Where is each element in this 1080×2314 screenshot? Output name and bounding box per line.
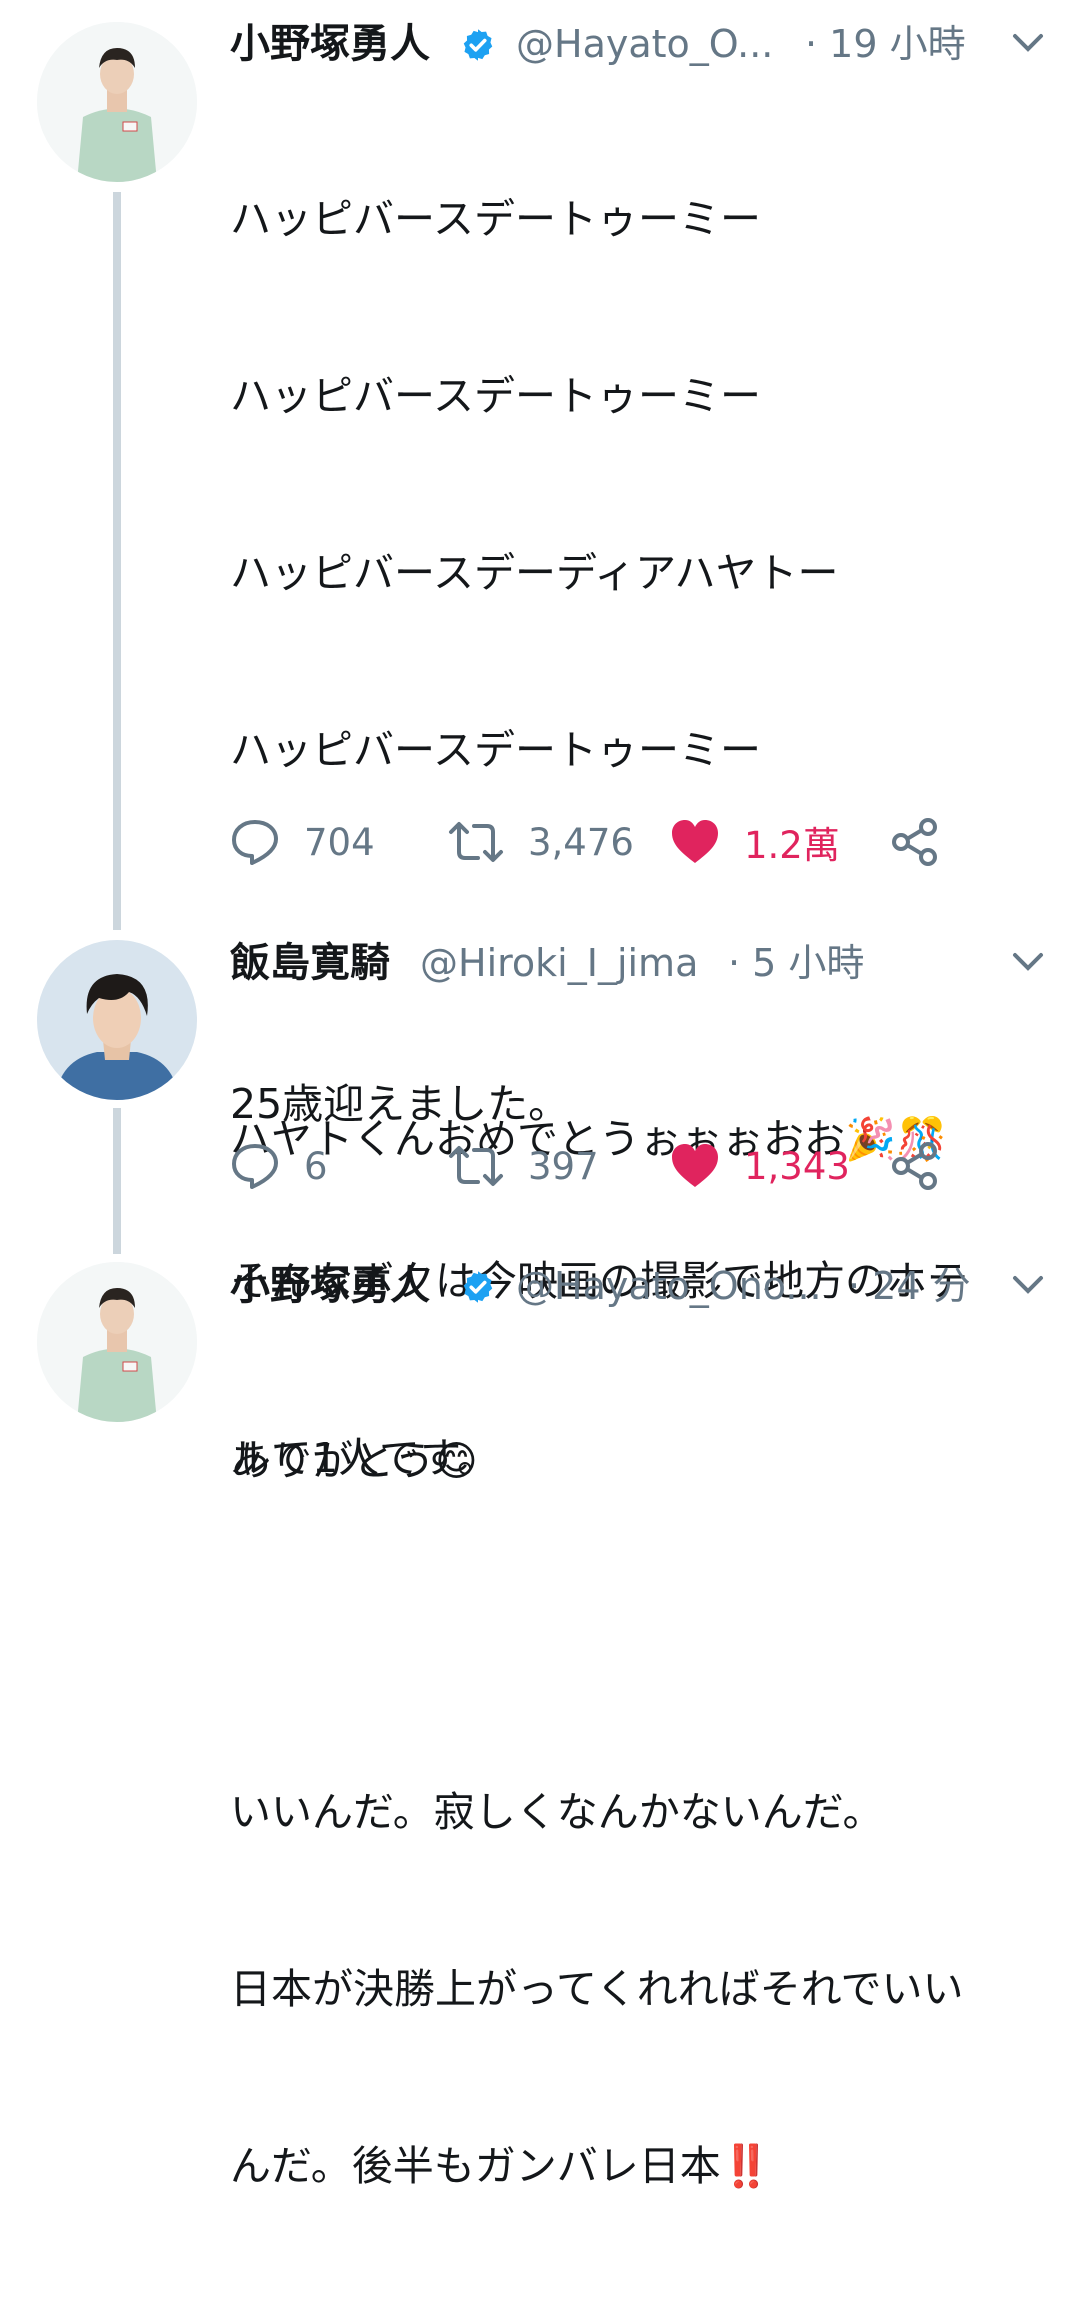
avatar[interactable] — [37, 940, 197, 1100]
tweet-line: ハッピバースデーディアハヤトー — [230, 549, 839, 597]
tweet-line: ありがとう😊 — [230, 1437, 478, 1485]
retweet-icon — [449, 822, 503, 862]
tweet-line: んだ。後半もガンバレ日本‼️ — [230, 2142, 772, 2190]
timestamp[interactable]: · 24 分 — [848, 1256, 971, 1316]
tweet-line: ハッピバースデートゥーミー — [230, 726, 761, 774]
heart-icon — [672, 1144, 718, 1187]
share-button[interactable] — [890, 1136, 940, 1196]
tweet-line: ​ — [230, 1606, 1050, 1665]
tweet-line: ハッピバースデートゥーミー — [230, 195, 761, 243]
user-handle[interactable]: @Hiroki_I_jima — [420, 933, 730, 993]
tweet-text: ありがとう😊 — [230, 1314, 1050, 1609]
retweet-button[interactable]: 397 — [448, 1136, 599, 1196]
avatar[interactable] — [37, 1262, 197, 1422]
avatar[interactable] — [37, 22, 197, 182]
thread-line — [113, 192, 121, 930]
reply-icon — [232, 820, 278, 865]
timestamp[interactable]: · 5 小時 — [728, 933, 864, 993]
chevron-down-icon[interactable] — [1012, 1274, 1044, 1296]
like-count: 1,343 — [744, 1144, 850, 1188]
action-bar: 6 397 1,343 — [230, 1136, 990, 1196]
reply-button[interactable]: 6 — [230, 1136, 328, 1196]
like-button[interactable]: 1.2萬 — [670, 812, 840, 872]
tweet-header: 飯島寛騎 @Hiroki_I_jima · 5 小時 — [230, 933, 1060, 993]
thread-line — [113, 1108, 121, 1254]
display-name[interactable]: 小野塚勇人 — [230, 14, 430, 74]
retweet-count: 3,476 — [528, 820, 634, 864]
user-handle[interactable]: @Hayato_Ono... — [516, 1256, 836, 1316]
share-button[interactable] — [890, 812, 940, 872]
retweet-count: 397 — [528, 1144, 599, 1188]
reply-button[interactable]: 704 — [230, 812, 375, 872]
verified-badge-icon — [463, 1271, 493, 1303]
display-name[interactable]: 小野塚勇人 — [230, 1256, 430, 1316]
tweet-line: いいんだ。寂しくなんかないんだ。 — [230, 1788, 884, 1836]
tweet-line: ハッピバースデートゥーミー — [230, 372, 761, 420]
avatar-image — [37, 1262, 197, 1422]
retweet-icon — [449, 1146, 503, 1186]
tweet-line: 日本が決勝上がってくれればそれでいい — [230, 1965, 964, 2013]
reply-count: 704 — [304, 820, 375, 864]
user-handle[interactable]: @Hayato_O... — [516, 14, 786, 74]
avatar-image — [37, 22, 197, 182]
share-icon — [892, 1142, 937, 1190]
like-button[interactable]: 1,343 — [670, 1136, 850, 1196]
chevron-down-icon[interactable] — [1012, 951, 1044, 973]
avatar-image — [37, 940, 197, 1100]
action-bar: 704 3,476 1.2萬 — [230, 812, 990, 872]
share-icon — [892, 818, 937, 866]
timestamp[interactable]: · 19 小時 — [805, 14, 966, 74]
reply-icon — [232, 1144, 278, 1189]
retweet-button[interactable]: 3,476 — [448, 812, 634, 872]
heart-icon — [672, 820, 718, 863]
tweet-header: 小野塚勇人 @Hayato_O... · 19 小時 — [230, 14, 1060, 74]
like-count: 1.2萬 — [744, 824, 840, 867]
chevron-down-icon[interactable] — [1012, 32, 1044, 54]
display-name[interactable]: 飯島寛騎 — [230, 933, 390, 993]
tweet-header: 小野塚勇人 @Hayato_Ono... · 24 分 — [230, 1256, 1060, 1316]
reply-count: 6 — [304, 1144, 328, 1188]
verified-badge-icon — [463, 29, 493, 61]
